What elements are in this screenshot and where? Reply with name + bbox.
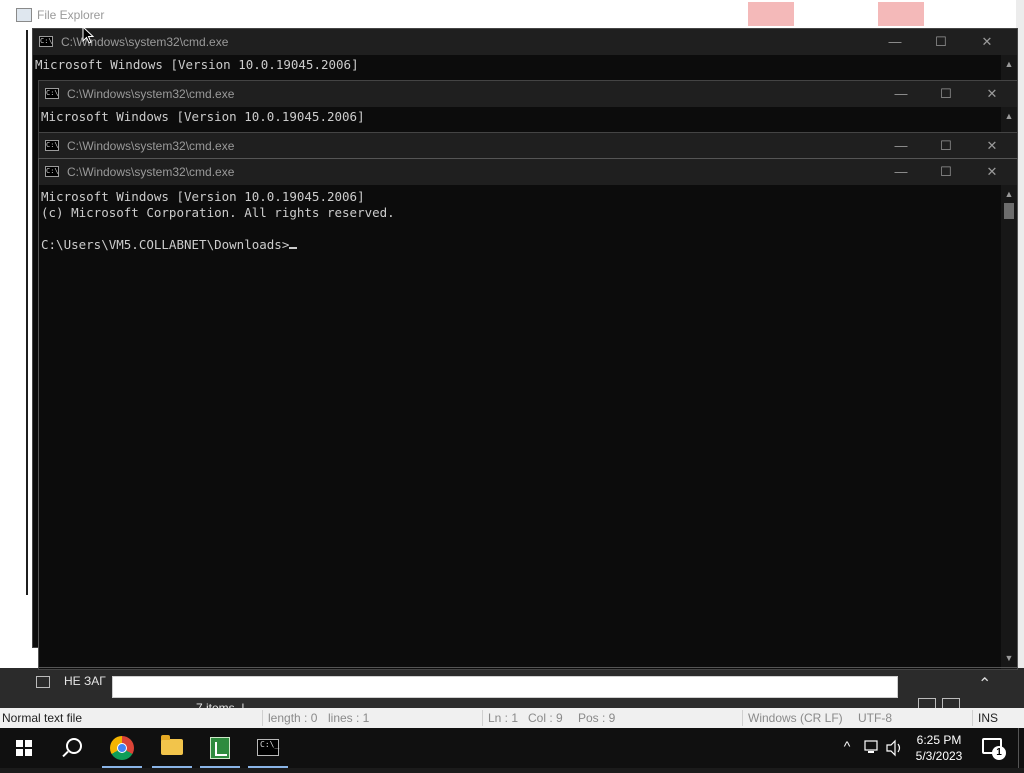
volume-tray[interactable] [884, 728, 906, 768]
minimize-button[interactable]: — [885, 136, 917, 156]
clock[interactable]: 6:25 PM 5/3/2023 [908, 728, 970, 768]
cmd-app-icon: C:\ [45, 140, 59, 151]
ghost-close-button [748, 2, 794, 26]
status-bar: Normal text file length : 0 lines : 1 Ln… [0, 708, 1024, 728]
maximize-button[interactable]: ☐ [930, 136, 962, 156]
notification-badge: 1 [992, 746, 1006, 760]
console-line: Microsoft Windows [Version 10.0.19045.20… [41, 109, 365, 124]
console-line: (c) Microsoft Corporation. All rights re… [41, 205, 395, 220]
console-line: Microsoft Windows [Version 10.0.19045.20… [35, 57, 359, 72]
taskbar-spreadsheet[interactable] [196, 728, 244, 768]
taskbar-file-explorer[interactable] [148, 728, 196, 768]
status-file-type: Normal text file [2, 711, 83, 725]
status-separator [742, 710, 743, 726]
console-output[interactable]: Microsoft Windows [Version 10.0.19045.20… [41, 109, 999, 125]
status-length: length : 0 [268, 711, 318, 725]
search-button[interactable] [50, 728, 98, 768]
cmd-window-title: C:\Windows\system32\cmd.exe [67, 165, 235, 179]
close-button[interactable]: ✕ [976, 162, 1008, 182]
status-separator [972, 710, 973, 726]
windows-start-icon [16, 740, 32, 756]
minimize-button[interactable]: — [885, 162, 917, 182]
scrollbar-thumb[interactable] [1004, 203, 1014, 219]
close-button[interactable]: ✕ [971, 32, 1003, 52]
close-button[interactable]: ✕ [976, 136, 1008, 156]
console-prompt-line[interactable]: C:\Users\VM5.COLLABNET\Downloads> [41, 237, 999, 253]
cmd-icon: C:\_ [257, 739, 279, 756]
cmd-titlebar[interactable]: C:\ C:\Windows\system32\cmd.exe — ☐ ✕ [39, 133, 1017, 159]
status-insert-mode: INS [978, 711, 999, 725]
clock-date: 5/3/2023 [915, 749, 963, 763]
cmd-window-title: C:\Windows\system32\cmd.exe [67, 139, 235, 153]
network-icon [864, 740, 878, 753]
console-output[interactable]: Microsoft Windows [Version 10.0.19045.20… [41, 189, 999, 253]
mouse-pointer-icon [82, 26, 94, 44]
scroll-up-icon[interactable]: ▲ [1001, 57, 1017, 71]
cmd-titlebar[interactable]: C:\ C:\Windows\system32\cmd.exe — ☐ ✕ [39, 81, 1017, 107]
file-explorer-title: File Explorer [37, 8, 105, 22]
maximize-button[interactable]: ☐ [930, 84, 962, 104]
tray-overflow-button[interactable]: ^ [838, 728, 856, 768]
scroll-up-icon[interactable]: ▲ [1001, 187, 1017, 201]
close-button[interactable]: ✕ [976, 84, 1008, 104]
status-col: Col : 9 [528, 711, 563, 725]
cmd-titlebar[interactable]: C:\ C:\Windows\system32\cmd.exe — ☐ ✕ [39, 159, 1017, 185]
network-tray[interactable] [862, 728, 882, 768]
text-cursor [289, 247, 298, 249]
chrome-icon [110, 736, 134, 760]
status-ln: Ln : 1 [488, 711, 519, 725]
file-explorer-icon [161, 735, 183, 755]
show-desktop-button[interactable] [1018, 728, 1019, 768]
rename-input[interactable] [112, 676, 898, 698]
scroll-up-icon[interactable]: ▲ [1001, 109, 1017, 123]
status-separator [482, 710, 483, 726]
status-eol: Windows (CR LF) [748, 711, 843, 725]
taskbar-cmd[interactable]: C:\_ [244, 728, 292, 768]
cmd-window-title: C:\Windows\system32\cmd.exe [67, 87, 235, 101]
console-output[interactable]: Microsoft Windows [Version 10.0.19045.20… [35, 57, 999, 73]
file-icon [36, 675, 50, 688]
status-separator [262, 710, 263, 726]
cmd-app-icon: C:\ [45, 88, 59, 99]
file-explorer-titlebar[interactable]: File Explorer [0, 0, 1024, 30]
vertical-scrollbar[interactable]: ▲ ▼ [1001, 185, 1017, 667]
start-button[interactable] [0, 728, 48, 768]
volume-icon [886, 739, 901, 757]
explorer-list-item-label: НЕ ЗАГ [64, 674, 106, 688]
chevron-up-icon: ^ [843, 738, 851, 754]
minimize-button[interactable]: — [879, 32, 911, 52]
scroll-down-icon[interactable]: ▼ [1001, 651, 1017, 665]
status-encoding: UTF-8 [858, 711, 892, 725]
maximize-button[interactable]: ☐ [925, 32, 957, 52]
chevron-up-icon[interactable]: ⌃ [978, 674, 991, 694]
cmd-app-icon: C:\ [45, 166, 59, 177]
cmd-window-active[interactable]: C:\ C:\Windows\system32\cmd.exe — ☐ ✕ Mi… [38, 158, 1018, 668]
file-explorer-app-icon [16, 8, 32, 22]
cmd-titlebar[interactable]: C:\ C:\Windows\system32\cmd.exe — ☐ ✕ [33, 29, 1017, 55]
console-prompt: C:\Users\VM5.COLLABNET\Downloads> [41, 237, 290, 252]
console-line: Microsoft Windows [Version 10.0.19045.20… [41, 189, 365, 204]
status-lines: lines : 1 [328, 711, 370, 725]
spreadsheet-icon [210, 737, 230, 759]
explorer-side-edge [8, 30, 28, 595]
clock-time: 6:25 PM [916, 733, 962, 747]
search-icon [66, 738, 82, 754]
taskbar-chrome[interactable] [98, 728, 146, 768]
ghost-close-button-2 [878, 2, 924, 26]
explorer-list-item[interactable]: НЕ ЗАГ [36, 674, 106, 688]
maximize-button[interactable]: ☐ [930, 162, 962, 182]
minimize-button[interactable]: — [885, 84, 917, 104]
cmd-app-icon: C:\ [39, 36, 53, 47]
status-pos: Pos : 9 [578, 711, 616, 725]
